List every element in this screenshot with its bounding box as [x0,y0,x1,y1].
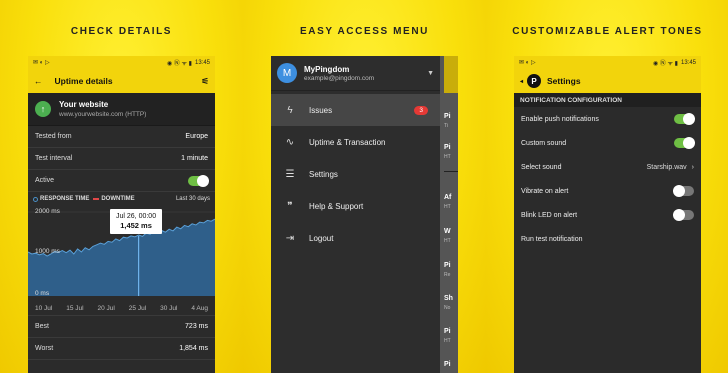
logout-icon: ⇥ [285,232,295,244]
app-bar: ← Uptime details ⚟ [28,69,215,93]
vibrate-toggle[interactable] [673,185,694,197]
active-toggle[interactable] [188,174,209,187]
x-tick: 30 Jul [160,305,178,312]
row-tested-from: Tested from Europe [28,126,215,148]
menu-item-settings[interactable]: ☰ Settings [271,158,440,190]
sliders-icon: ☰ [285,168,295,180]
caption: CHECK DETAILS [70,26,173,37]
status-bar: ✉ ◐ ▷ ◉ Ⓝ ᯤ ▮ 13:45 [514,56,701,69]
x-tick: 20 Jul [97,305,115,312]
setting-vibrate[interactable]: Vibrate on alert [514,179,701,203]
page-title: Settings [547,76,581,86]
phone-screen: Pi Ti Pi HT Af HT W HT Pi Re Sh No Pi HT… [271,56,458,373]
account-header[interactable]: M MyPingdom example@pingdom.com ▼ [271,56,440,91]
push-toggle[interactable] [674,113,695,125]
pulse-icon: ∿ [285,136,295,148]
caption: EASY ACCESS MENU [300,26,429,37]
chat-bubbles-icon: ❞ [287,200,293,212]
blink-led-toggle[interactable] [673,209,694,221]
account-email: example@pingdom.com [304,74,375,82]
issues-badge: 3 [414,105,428,115]
response-dot-icon [33,196,38,202]
panel-check-details: CHECK DETAILS ✉ ◐ ▷ ◉ Ⓝ ᯤ ▮ 13:45 ← Uptim… [0,0,243,373]
page-title: Uptime details [54,76,113,86]
status-bar: ✉ ◐ ▷ ◉ Ⓝ ᯤ ▮ 13:45 [28,56,215,69]
drawer-menu: M MyPingdom example@pingdom.com ▼ ϟ Issu… [271,56,440,373]
sound-value: Starship.wav [646,163,687,171]
phone-screen: ✉ ◐ ▷ ◉ Ⓝ ᯤ ▮ 13:45 ← Uptime details ⚟ ↑ … [28,56,215,373]
status-icons-left: ✉ ◐ ▷ [519,60,536,66]
chevron-down-icon[interactable]: ▼ [427,70,434,77]
row-worst: Worst 1,854 ms [28,338,215,360]
status-icons-left: ✉ ◐ ▷ [33,60,50,66]
row-test-interval: Test interval 1 minute [28,148,215,170]
account-name: MyPingdom [304,64,350,74]
section-header: NOTIFICATION CONFIGURATION [514,93,701,107]
pingdom-logo: P [527,74,542,88]
x-tick: 25 Jul [128,305,147,312]
panel-menu: EASY ACCESS MENU Pi Ti Pi HT Af HT W HT … [243,0,486,373]
site-name: Your website [59,100,109,109]
lightning-icon: ϟ [287,104,293,116]
status-time: 13:45 [680,59,696,66]
setting-push[interactable]: Enable push notifications [514,107,701,131]
downtime-dash-icon [93,198,100,200]
x-axis: 10 Jul 15 Jul 20 Jul 25 Jul 30 Jul 4 Aug [28,302,215,316]
response-time-chart[interactable]: 2000 ms 1000 ms 0 ms Jul 26, 00:00 1,452… [28,206,215,302]
y-label-mid: 1000 ms [35,248,60,255]
signal-icons: ◉ Ⓝ ᯤ ▮ [652,61,678,67]
y-label-top: 2000 ms [35,208,60,215]
back-arrow-icon[interactable]: ◂ [520,78,523,85]
setting-run-test[interactable]: Run test notification [514,227,701,251]
up-arrow-icon: ↑ [35,101,51,117]
setting-select-sound[interactable]: Select sound Starship.wav › [514,155,701,179]
avatar: M [277,63,297,83]
y-label-bottom: 0 ms [35,290,50,297]
background-list: Pi Ti Pi HT Af HT W HT Pi Re Sh No Pi HT… [440,56,458,373]
setting-custom-sound[interactable]: Custom sound [514,131,701,155]
back-arrow-icon[interactable]: ← [34,76,43,86]
menu-item-logout[interactable]: ⇥ Logout [271,222,440,254]
panel-alert-tones: CUSTOMIZABLE ALERT TONES ✉ ◐ ▷ ◉ Ⓝ ᯤ ▮ 13… [486,0,728,373]
chart-legend: RESPONSE TIME DOWNTIME Last 30 days [28,192,215,206]
range-selector[interactable]: Last 30 days [176,196,210,202]
chevron-right-icon: › [691,163,694,171]
phone-screen: ✉ ◐ ▷ ◉ Ⓝ ᯤ ▮ 13:45 ◂ P Settings NOTIFICA… [514,56,701,373]
menu-item-issues[interactable]: ϟ Issues 3 [271,94,440,126]
status-time: 13:45 [194,59,210,66]
chart-tooltip: Jul 26, 00:00 1,452 ms [110,209,163,235]
row-best: Best 723 ms [28,316,215,338]
x-tick: 10 Jul [34,305,53,312]
setting-blink-led[interactable]: Blink LED on alert [514,203,701,227]
app-bar: ◂ P Settings [514,69,701,93]
x-tick: 4 Aug [191,305,208,312]
menu-item-help[interactable]: ❞ Help & Support [271,190,440,222]
site-url: www.yourwebsite.com (HTTP) [59,111,147,118]
custom-sound-toggle[interactable] [674,137,695,149]
sliders-icon[interactable]: ⚟ [201,76,209,87]
signal-icons: ◉ Ⓝ ᯤ ▮ [166,61,192,67]
x-tick: 15 Jul [66,305,84,312]
menu-item-uptime[interactable]: ∿ Uptime & Transaction [271,126,440,158]
row-active: Active [28,170,215,192]
caption: CUSTOMIZABLE ALERT TONES [512,26,703,37]
site-header: ↑ Your website www.yourwebsite.com (HTTP… [28,93,215,126]
